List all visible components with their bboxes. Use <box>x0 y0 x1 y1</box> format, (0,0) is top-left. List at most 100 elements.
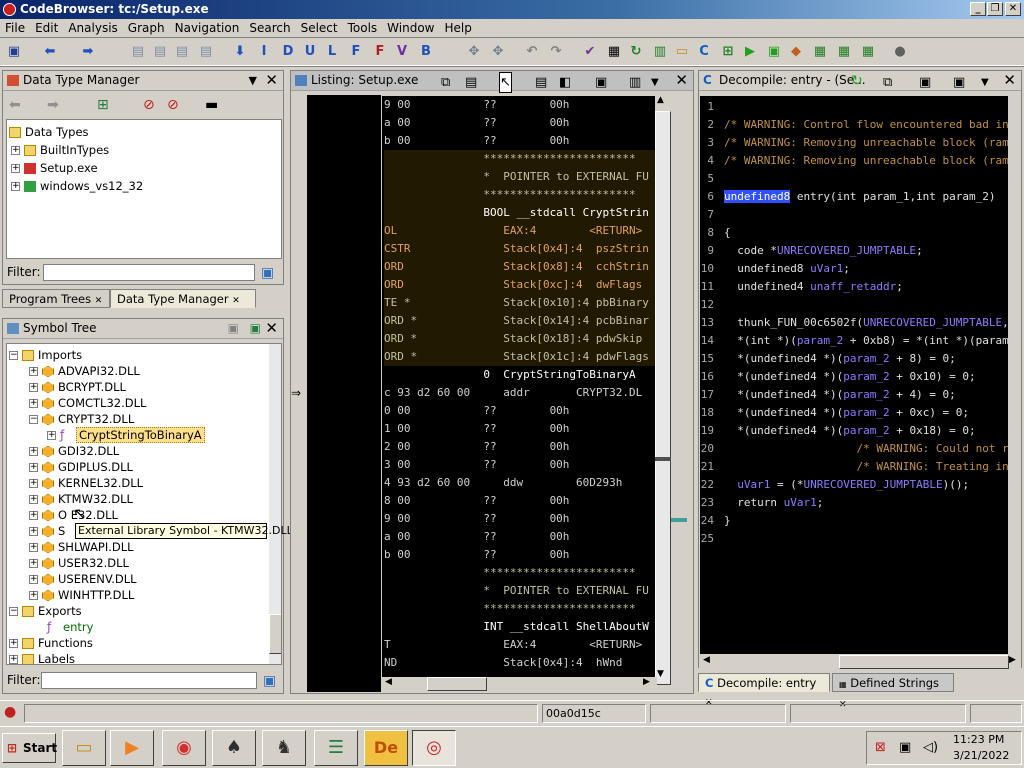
decompile-line[interactable]: *(undefined4 *)(param_2 + 4) = 0; <box>724 386 956 404</box>
create-icon[interactable]: ▣ <box>228 319 239 338</box>
nav-page-icon[interactable]: ▤ <box>172 42 192 62</box>
back-arrow-icon[interactable]: ⬅ <box>9 97 21 113</box>
decompile-line[interactable]: { <box>724 224 731 242</box>
c-icon[interactable]: C <box>694 42 714 62</box>
menu-window[interactable]: Window <box>382 19 439 37</box>
nav-b-icon[interactable]: B <box>416 42 436 62</box>
solitaire-icon[interactable]: ♠ <box>212 730 256 766</box>
decompile-line[interactable]: } <box>724 512 731 530</box>
listing-line[interactable]: ORD * Stack[0x18]:4 pdwSkip <box>384 330 655 348</box>
listing-line[interactable]: INT __stdcall ShellAboutW <box>384 618 655 636</box>
scrollbar-thumb[interactable] <box>269 614 281 654</box>
listing-line[interactable]: 3 00 ?? 00h <box>384 456 655 474</box>
tree-dll[interactable]: + USERENV.DLL <box>29 571 137 587</box>
decompile-line[interactable]: undefined8 uVar1; <box>724 260 850 278</box>
media-player-icon[interactable]: ▶ <box>110 730 154 766</box>
tree-icon[interactable]: ⊞ <box>97 97 109 113</box>
filter-off-icon[interactable]: ⊘ <box>167 97 179 113</box>
horizontal-scrollbar[interactable]: ◀ ▶ <box>699 655 1021 669</box>
tree-item-setup[interactable]: + Setup.exe <box>11 160 98 176</box>
tree-dll[interactable]: + WINHTTP.DLL <box>29 587 134 603</box>
nav-u-icon[interactable]: U <box>300 42 320 62</box>
listing-line[interactable]: CSTR Stack[0x4]:4 pszStrin <box>384 240 655 258</box>
tree-labels[interactable]: + Labels <box>9 651 75 664</box>
listing-line[interactable]: c 93 d2 60 00 addr CRYPT32.DL <box>384 384 655 402</box>
explorer-icon[interactable]: ▭ <box>62 730 106 766</box>
filter-input[interactable] <box>41 672 257 689</box>
decompile-line[interactable]: code *UNRECOVERED_JUMPTABLE; <box>724 242 922 260</box>
horizontal-scrollbar[interactable]: ◀ ▶ <box>383 677 657 691</box>
decompile-line[interactable]: undefined4 unaff_retaddr; <box>724 278 903 296</box>
decompile-line[interactable]: /* WARNING: Treating in <box>724 458 1008 476</box>
start-button[interactable]: ⊞ Start <box>2 733 57 763</box>
listing-line[interactable]: ND Stack[0x4]:4 hWnd <box>384 654 655 672</box>
forward-arrow-icon[interactable]: ➡ <box>78 42 98 62</box>
menu-edit[interactable]: Edit <box>30 19 63 37</box>
listing-line[interactable]: 9 00 ?? 00h <box>384 510 655 528</box>
listing-line[interactable]: OL EAX:4 <RETURN> <box>384 222 655 240</box>
nav-v-icon[interactable]: V <box>392 42 412 62</box>
tree-dll[interactable]: + ADVAPI32.DLL <box>29 363 140 379</box>
listing-line[interactable]: b 00 ?? 00h <box>384 132 655 150</box>
grid-icon[interactable]: ▦ <box>834 42 854 62</box>
listing-line[interactable]: ORD Stack[0x8]:4 cchStrin <box>384 258 655 276</box>
decompile-line[interactable]: *(int *)(param_2 + 0xb8) = *(int *)(para… <box>724 332 1008 350</box>
chrome-icon[interactable]: ◉ <box>162 730 206 766</box>
chess-icon[interactable]: ♞ <box>262 730 306 766</box>
decompile-line[interactable]: /* WARNING: Removing unreachable block (… <box>724 152 1008 170</box>
window-icon[interactable]: ▦ <box>604 42 624 62</box>
listing-line[interactable]: *********************** <box>384 564 655 582</box>
nav-i-icon[interactable]: I <box>254 42 274 62</box>
diff-icon[interactable]: ◧ <box>559 73 571 92</box>
listing-line[interactable]: TE * Stack[0x10]:4 pbBinary <box>384 294 655 312</box>
tree-dll[interactable]: + S <box>29 523 65 539</box>
tree-dll[interactable]: + USER32.DLL <box>29 555 129 571</box>
decompile-line[interactable]: /* WARNING: Removing unreachable block (… <box>724 134 1008 152</box>
listing-line[interactable]: T EAX:4 <RETURN> <box>384 636 655 654</box>
tree-imports[interactable]: − Imports <box>9 347 82 363</box>
tree-functions[interactable]: + Functions <box>9 635 93 651</box>
tab-decompile-entry[interactable]: C Decompile: entry ✕ <box>698 673 830 708</box>
format-icon[interactable]: ▤ <box>535 73 547 92</box>
tab-program-trees[interactable]: Program Trees ✕ <box>2 289 110 308</box>
save-icon[interactable]: ▣ <box>4 42 24 62</box>
tree-dll[interactable]: − CRYPT32.DLL <box>29 411 134 427</box>
tree-dll[interactable]: + SHLWAPI.DLL <box>29 539 134 555</box>
cursor-icon[interactable]: ↖ <box>499 72 512 93</box>
tree-fn-selected[interactable]: + ƒ CryptStringToBinaryA <box>47 427 205 443</box>
menu-analysis[interactable]: Analysis <box>63 19 122 37</box>
copy-icon[interactable]: ⧉ <box>441 73 450 92</box>
export-icon[interactable]: ▣ <box>919 73 931 92</box>
chevron-down-icon[interactable]: ▼ <box>981 73 989 92</box>
listing-line[interactable]: 4 93 d2 60 00 ddw 60D293h <box>384 474 655 492</box>
splitter-arrow-icon[interactable]: ⇒ <box>291 386 301 400</box>
listing-line[interactable]: 0 CryptStringToBinaryA <box>384 366 655 384</box>
listing-line[interactable]: 0 00 ?? 00h <box>384 402 655 420</box>
vertical-scrollbar[interactable]: ▲ ▼ <box>655 95 671 685</box>
volume-icon[interactable]: ◁) <box>923 740 938 755</box>
refresh-icon[interactable]: ↻ <box>626 42 646 62</box>
dot-icon[interactable]: ● <box>890 42 910 62</box>
tree-dll[interactable]: + BCRYPT.DLL <box>29 379 126 395</box>
options-icon[interactable]: ▥ <box>629 73 641 92</box>
display-icon[interactable]: ▣ <box>899 740 911 755</box>
listing-line[interactable]: ORD Stack[0xc]:4 dwFlags <box>384 276 655 294</box>
nav-d-icon[interactable]: D <box>278 42 298 62</box>
tool-icon[interactable]: ✥ <box>464 42 484 62</box>
tree-icon[interactable]: ⊞ <box>718 42 738 62</box>
folder-icon[interactable]: ▭ <box>672 42 692 62</box>
listing-line[interactable]: 8 00 ?? 00h <box>384 492 655 510</box>
redo-icon[interactable]: ↷ <box>546 42 566 62</box>
grid-icon[interactable]: ▦ <box>810 42 830 62</box>
decompile-line[interactable]: *(undefined4 *)(param_2 + 0x10) = 0; <box>724 368 975 386</box>
tree-dll[interactable]: + KERNEL32.DLL <box>29 475 143 491</box>
nav-page-icon[interactable]: ▤ <box>128 42 148 62</box>
decompile-line[interactable]: return uVar1; <box>724 494 823 512</box>
refresh-icon[interactable]: ↻ <box>851 72 863 91</box>
listing-line[interactable]: a 00 ?? 00h <box>384 528 655 546</box>
vertical-scrollbar[interactable] <box>269 344 281 664</box>
tree-item-windows[interactable]: + windows_vs12_32 <box>11 178 143 194</box>
listing-line[interactable]: *********************** <box>384 600 655 618</box>
menu-tools[interactable]: Tools <box>343 19 383 37</box>
nav-f-icon[interactable]: F <box>346 42 366 62</box>
